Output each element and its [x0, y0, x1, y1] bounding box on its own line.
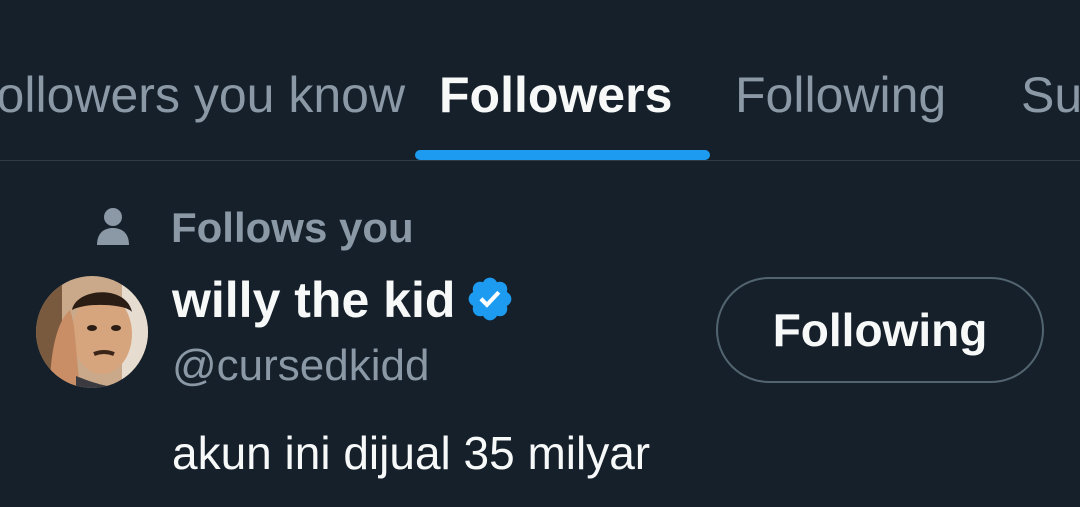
avatar-image	[36, 276, 148, 388]
active-tab-indicator	[415, 150, 710, 160]
tab-following[interactable]: Following	[735, 64, 946, 126]
following-button[interactable]: Following	[716, 277, 1044, 383]
person-icon	[97, 208, 129, 245]
user-info: willy the kid @cursedkidd	[172, 271, 515, 390]
verified-badge-icon	[469, 277, 512, 321]
tab-followers[interactable]: Followers	[439, 64, 672, 126]
tab-bar: Followers you know Followers Following S…	[0, 0, 1080, 161]
user-handle[interactable]: @cursedkidd	[172, 339, 429, 393]
user-cell[interactable]: Follows you willy the kid @cursedkidd Fo…	[0, 161, 1080, 507]
display-name[interactable]: willy the kid	[172, 272, 455, 328]
avatar[interactable]	[36, 276, 148, 388]
display-name-row: willy the kid	[172, 271, 515, 329]
tab-subscriptions[interactable]: Subscriptions	[1021, 64, 1080, 126]
tab-followers-you-know[interactable]: Followers you know	[0, 64, 405, 126]
followers-page: Followers you know Followers Following S…	[0, 0, 1080, 507]
user-bio: akun ini dijual 35 milyar	[172, 427, 651, 479]
follows-you-label: Follows you	[171, 204, 414, 251]
